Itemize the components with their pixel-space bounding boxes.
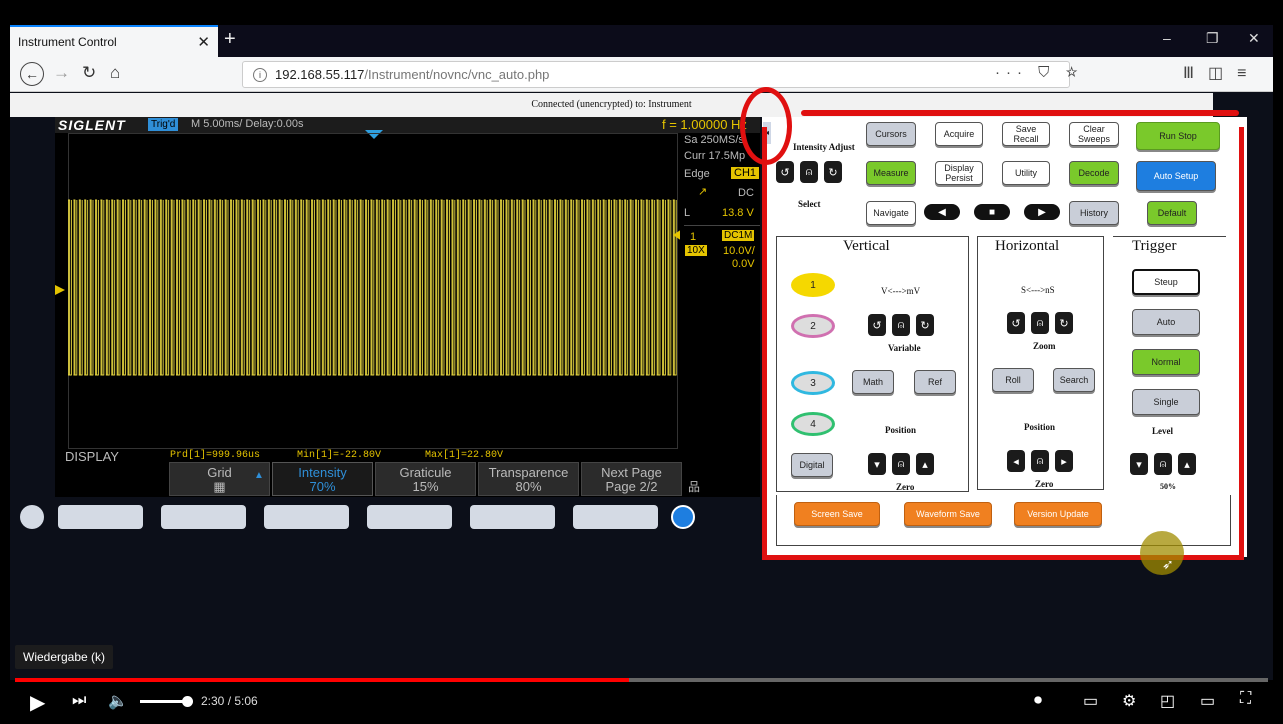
trigger-coupling: DC (738, 187, 754, 199)
subtitles-icon[interactable]: ▭ (1083, 691, 1098, 711)
waveform-trace (68, 195, 678, 380)
softkey-transparence-label: Transparence (488, 465, 569, 480)
video-progress-played (15, 678, 629, 682)
frequency-readout: f = 1.00000 Hz (662, 117, 747, 132)
volume-icon[interactable]: 🔈 (108, 691, 128, 711)
page-actions: ··· ⛉ ☆ (995, 64, 1084, 81)
softkey-graticule-label: Graticule (399, 465, 452, 480)
site-info-icon[interactable]: i (253, 67, 267, 82)
softkey-transparence-value: 80% (515, 479, 542, 494)
arrow-up-icon: ▲ (254, 470, 264, 481)
ch1-offset: 0.0V (732, 258, 755, 270)
info-divider (684, 225, 760, 226)
fullscreen-icon[interactable]: ⛶ (1240, 690, 1251, 708)
forward-icon[interactable]: → (53, 63, 70, 83)
mouse-cursor-icon: ➶ (1162, 556, 1174, 572)
restore-icon[interactable]: ❐ (1206, 30, 1219, 47)
volume-slider[interactable] (140, 700, 186, 703)
softkey-button-4[interactable] (367, 505, 452, 529)
softkey-button-1[interactable] (58, 505, 143, 529)
softkey-intensity[interactable]: Intensity 70% (272, 462, 373, 496)
new-tab-icon[interactable]: + (224, 28, 236, 51)
ch1-probe: 10X (685, 245, 707, 256)
hamburger-menu-icon[interactable]: ≡ (1237, 65, 1260, 82)
level-label: L (684, 207, 691, 219)
autoplay-toggle-icon[interactable]: ⏺ (1034, 692, 1042, 710)
ch1-coupling: DC1M (722, 230, 755, 241)
url-bar[interactable]: i 192.168.55.117/Instrument/novnc/vnc_au… (242, 61, 1070, 88)
softkey-transparence[interactable]: Transparence 80% (478, 462, 579, 496)
volume-handle[interactable] (182, 696, 193, 707)
trigger-status: Trig'd (148, 118, 179, 131)
menu-off-button[interactable] (20, 505, 44, 529)
measurement-max: Max[1]=22.80V (425, 450, 504, 461)
tab-title: Instrument Control (18, 35, 117, 49)
softkey-intensity-label: Intensity (298, 465, 347, 480)
memory-depth: Curr 17.5Mp (684, 150, 746, 162)
softkey-next-page[interactable]: Next Page Page 2/2 (581, 462, 682, 496)
miniplayer-icon[interactable]: ◰ (1160, 691, 1175, 711)
library-icon[interactable]: Ⅲ (1183, 65, 1208, 82)
toolbar-right: Ⅲ◫≡ (1183, 63, 1261, 83)
url-path: /Instrument/novnc/vnc_auto.php (364, 67, 550, 82)
sample-rate: Sa 250MS/s (684, 134, 744, 146)
theater-mode-icon[interactable]: ▭ (1200, 691, 1215, 711)
annotation-panel-box (762, 127, 1244, 560)
play-tooltip: Wiedergabe (k) (15, 645, 114, 669)
ch1-number: 1 (690, 231, 697, 243)
close-window-icon[interactable]: ✕ (1248, 30, 1260, 47)
softkey-button-6[interactable] (573, 505, 658, 529)
tab-close-icon[interactable]: ✕ (197, 33, 210, 51)
next-video-icon[interactable]: ⏭ (72, 692, 86, 710)
softkey-next-page-label: Next Page (601, 465, 662, 480)
softkey-button-3[interactable] (264, 505, 349, 529)
softkey-button-2[interactable] (161, 505, 246, 529)
home-icon[interactable]: ⌂ (110, 63, 120, 83)
network-icon: 品 (688, 480, 701, 494)
softkey-next-page-value: Page 2/2 (605, 479, 658, 494)
universal-knob-button[interactable] (671, 505, 695, 529)
minimize-icon[interactable]: – (1163, 30, 1171, 46)
trigger-source: CH1 (731, 167, 760, 179)
trigger-level-value: 13.8 V (722, 207, 754, 219)
browser-tab[interactable]: Instrument Control ✕ (10, 25, 218, 57)
measurement-period: Prd[1]=999.96us (170, 450, 261, 461)
bookmark-star-icon[interactable]: ☆ (1066, 64, 1084, 81)
trigger-type: Edge (684, 168, 710, 180)
annotation-top-line (801, 110, 1239, 116)
menu-title: DISPLAY (65, 449, 119, 464)
timebase-readout: M 5.00ms/ Delay:0.00s (191, 118, 304, 130)
scope-info-panel (680, 133, 760, 449)
play-icon[interactable]: ▶ (30, 690, 45, 715)
measurement-min: Min[1]=-22.80V (297, 450, 382, 461)
video-time: 2:30 / 5:06 (201, 694, 258, 708)
softkey-intensity-value: 70% (309, 479, 336, 494)
url-host: 192.168.55.117 (275, 67, 365, 82)
siglent-logo: SIGLENT (58, 117, 126, 133)
back-icon[interactable]: ← (20, 62, 44, 86)
softkey-graticule[interactable]: Graticule 15% (375, 462, 476, 496)
sidebar-icon[interactable]: ◫ (1208, 65, 1237, 82)
reload-icon[interactable]: ↻ (82, 63, 96, 83)
ch1-scale: 10.0V/ (723, 245, 755, 257)
edge-slope-icon: ↗ (698, 186, 708, 198)
pocket-icon[interactable]: ⛉ (1038, 64, 1055, 81)
softkey-button-5[interactable] (470, 505, 555, 529)
screen: Instrument Control ✕ + – ❐ ✕ ← → ↻ ⌂ i 1… (0, 0, 1283, 724)
grid-icon: ▦ (213, 479, 226, 494)
page-actions-menu-icon[interactable]: ··· (995, 64, 1028, 81)
settings-gear-icon[interactable]: ⚙ (1122, 691, 1136, 711)
softkey-graticule-value: 15% (412, 479, 439, 494)
